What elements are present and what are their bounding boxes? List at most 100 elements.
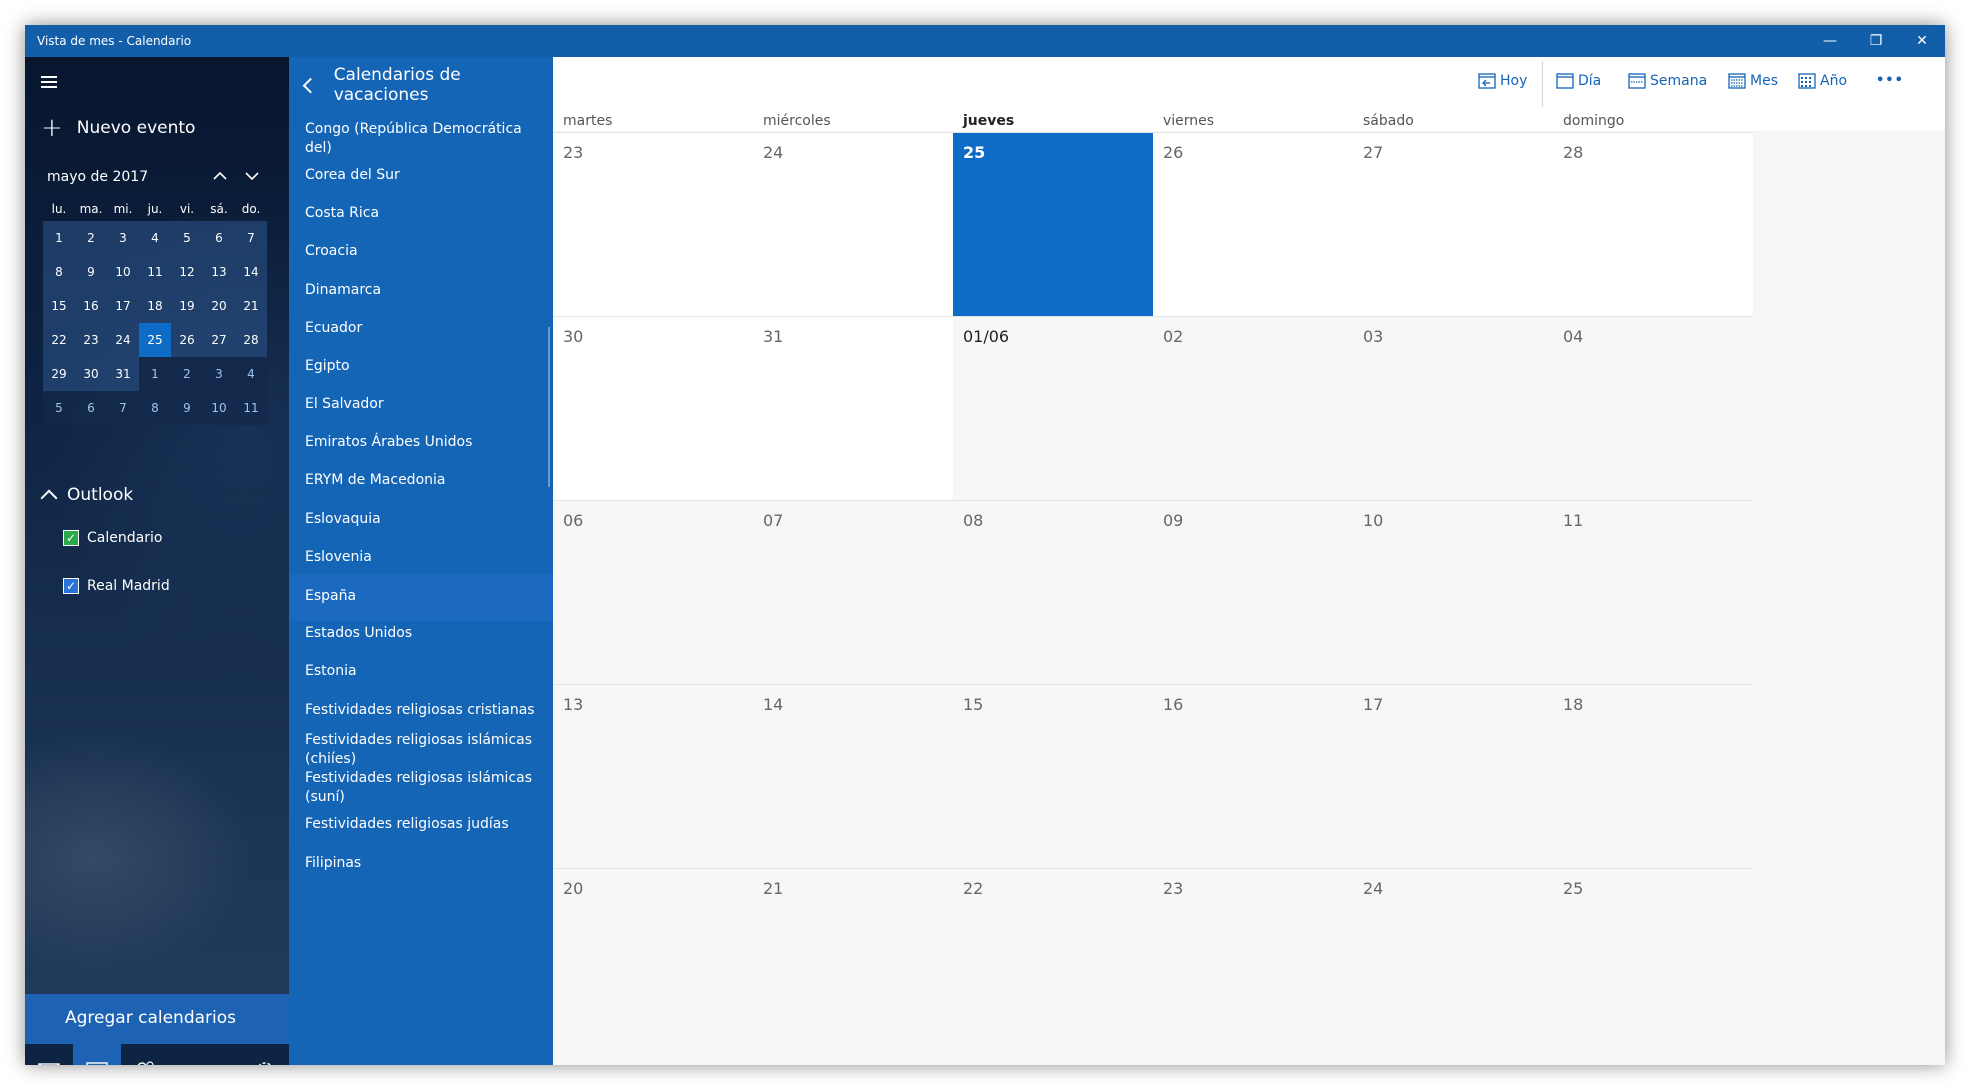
day-cell[interactable]: 17 <box>1353 684 1553 868</box>
mini-day[interactable]: 1 <box>43 221 75 255</box>
calendar-item-calendario[interactable]: ✓ Calendario <box>63 530 162 546</box>
mini-day[interactable]: 30 <box>75 357 107 391</box>
mini-day[interactable]: 16 <box>75 289 107 323</box>
holiday-scrollbar[interactable] <box>548 327 550 487</box>
gear-icon[interactable] <box>241 1044 289 1065</box>
holiday-item[interactable]: Dinamarca <box>289 281 553 300</box>
holiday-item[interactable]: Eslovaquia <box>289 510 553 529</box>
day-cell[interactable]: 30 <box>553 316 753 500</box>
today-button[interactable]: Hoy <box>1478 73 1527 89</box>
day-cell[interactable]: 10 <box>1353 500 1553 684</box>
holiday-pane-header[interactable]: Calendarios de vacaciones <box>299 65 553 105</box>
people-icon[interactable] <box>121 1044 169 1065</box>
holiday-item[interactable]: Costa Rica <box>289 204 553 223</box>
mini-day[interactable]: 7 <box>235 221 267 255</box>
day-cell[interactable]: 13 <box>553 684 753 868</box>
mini-day[interactable]: 20 <box>203 289 235 323</box>
day-cell[interactable]: 28 <box>1553 132 1753 316</box>
day-cell[interactable]: 14 <box>753 684 953 868</box>
day-cell[interactable]: 24 <box>753 132 953 316</box>
chevron-down-icon[interactable] <box>241 165 263 187</box>
mini-day-other-month[interactable]: 5 <box>43 391 75 425</box>
holiday-item[interactable]: ERYM de Macedonia <box>289 471 553 490</box>
mini-day[interactable]: 11 <box>139 255 171 289</box>
mini-day[interactable]: 12 <box>171 255 203 289</box>
day-cell[interactable]: 27 <box>1353 132 1553 316</box>
mini-day-other-month[interactable]: 11 <box>235 391 267 425</box>
chevron-up-icon[interactable] <box>209 165 231 187</box>
mini-day[interactable]: 24 <box>107 323 139 357</box>
mini-day[interactable]: 2 <box>75 221 107 255</box>
holiday-item[interactable]: Festividades religiosas cristianas <box>289 701 553 720</box>
mini-day[interactable]: 9 <box>75 255 107 289</box>
day-cell[interactable]: 01/06 <box>953 316 1153 500</box>
day-cell[interactable]: 31 <box>753 316 953 500</box>
holiday-item[interactable]: Estonia <box>289 662 553 681</box>
new-event-button[interactable]: + Nuevo evento <box>41 115 195 141</box>
mail-icon[interactable] <box>25 1044 73 1065</box>
hamburger-menu-icon[interactable] <box>41 73 57 91</box>
checkbox-checked-icon[interactable]: ✓ <box>63 530 79 546</box>
add-calendars-button[interactable]: Agregar calendarios <box>25 994 289 1044</box>
holiday-item[interactable]: Eslovenia <box>289 548 553 567</box>
day-cell[interactable]: 04 <box>1553 316 1753 500</box>
close-button[interactable]: ✕ <box>1899 25 1945 57</box>
calendar-item-real-madrid[interactable]: ✓ Real Madrid <box>63 578 170 594</box>
week-view-button[interactable]: Semana <box>1628 73 1707 89</box>
mini-day[interactable]: 29 <box>43 357 75 391</box>
mini-day-other-month[interactable]: 4 <box>235 357 267 391</box>
minimize-button[interactable]: — <box>1807 25 1853 57</box>
mini-day[interactable]: 15 <box>43 289 75 323</box>
day-cell[interactable]: 20 <box>553 868 753 1065</box>
mini-day[interactable]: 8 <box>43 255 75 289</box>
checkbox-checked-icon[interactable]: ✓ <box>63 578 79 594</box>
month-view-button[interactable]: Mes <box>1728 73 1778 89</box>
day-cell-today[interactable]: 25 <box>953 132 1153 316</box>
mini-day[interactable]: 10 <box>107 255 139 289</box>
maximize-button[interactable]: ❐ <box>1853 25 1899 57</box>
holiday-item[interactable]: Festividades religiosas islámicas (chiíe… <box>289 731 553 769</box>
mini-day[interactable]: 23 <box>75 323 107 357</box>
holiday-item[interactable]: Croacia <box>289 242 553 261</box>
holiday-item[interactable]: Emiratos Árabes Unidos <box>289 433 553 452</box>
holiday-item[interactable]: Ecuador <box>289 319 553 338</box>
day-cell[interactable]: 23 <box>1153 868 1353 1065</box>
mini-day-other-month[interactable]: 9 <box>171 391 203 425</box>
mini-day[interactable]: 28 <box>235 323 267 357</box>
holiday-item[interactable]: Congo (República Democrática del) <box>289 120 553 158</box>
mini-day-other-month[interactable]: 7 <box>107 391 139 425</box>
mini-day-other-month[interactable]: 2 <box>171 357 203 391</box>
mini-day-other-month[interactable]: 8 <box>139 391 171 425</box>
day-cell[interactable]: 23 <box>553 132 753 316</box>
holiday-item[interactable]: Filipinas <box>289 854 553 873</box>
mini-day[interactable]: 14 <box>235 255 267 289</box>
day-cell[interactable]: 09 <box>1153 500 1353 684</box>
outlook-section-toggle[interactable]: Outlook <box>39 485 133 507</box>
holiday-item[interactable]: Corea del Sur <box>289 166 553 185</box>
day-cell[interactable]: 21 <box>753 868 953 1065</box>
mini-day[interactable]: 21 <box>235 289 267 323</box>
mini-day[interactable]: 17 <box>107 289 139 323</box>
mini-day[interactable]: 18 <box>139 289 171 323</box>
mini-day-other-month[interactable]: 6 <box>75 391 107 425</box>
mini-day-other-month[interactable]: 3 <box>203 357 235 391</box>
day-cell[interactable]: 02 <box>1153 316 1353 500</box>
day-view-button[interactable]: Día <box>1556 73 1601 89</box>
day-cell[interactable]: 18 <box>1553 684 1753 868</box>
mini-day-other-month[interactable]: 10 <box>203 391 235 425</box>
calendar-icon[interactable] <box>73 1044 121 1065</box>
mini-day[interactable]: 13 <box>203 255 235 289</box>
day-cell[interactable]: 26 <box>1153 132 1353 316</box>
mini-day[interactable]: 26 <box>171 323 203 357</box>
day-cell[interactable]: 24 <box>1353 868 1553 1065</box>
mini-day[interactable]: 22 <box>43 323 75 357</box>
day-cell[interactable]: 08 <box>953 500 1153 684</box>
year-view-button[interactable]: Año <box>1798 73 1847 89</box>
holiday-item[interactable]: Festividades religiosas islámicas (suní) <box>289 769 553 807</box>
mini-day[interactable]: 19 <box>171 289 203 323</box>
mini-day[interactable]: 27 <box>203 323 235 357</box>
mini-day-today[interactable]: 25 <box>139 323 171 357</box>
more-options-icon[interactable]: ••• <box>1876 73 1904 88</box>
day-cell[interactable]: 06 <box>553 500 753 684</box>
day-cell[interactable]: 25 <box>1553 868 1753 1065</box>
